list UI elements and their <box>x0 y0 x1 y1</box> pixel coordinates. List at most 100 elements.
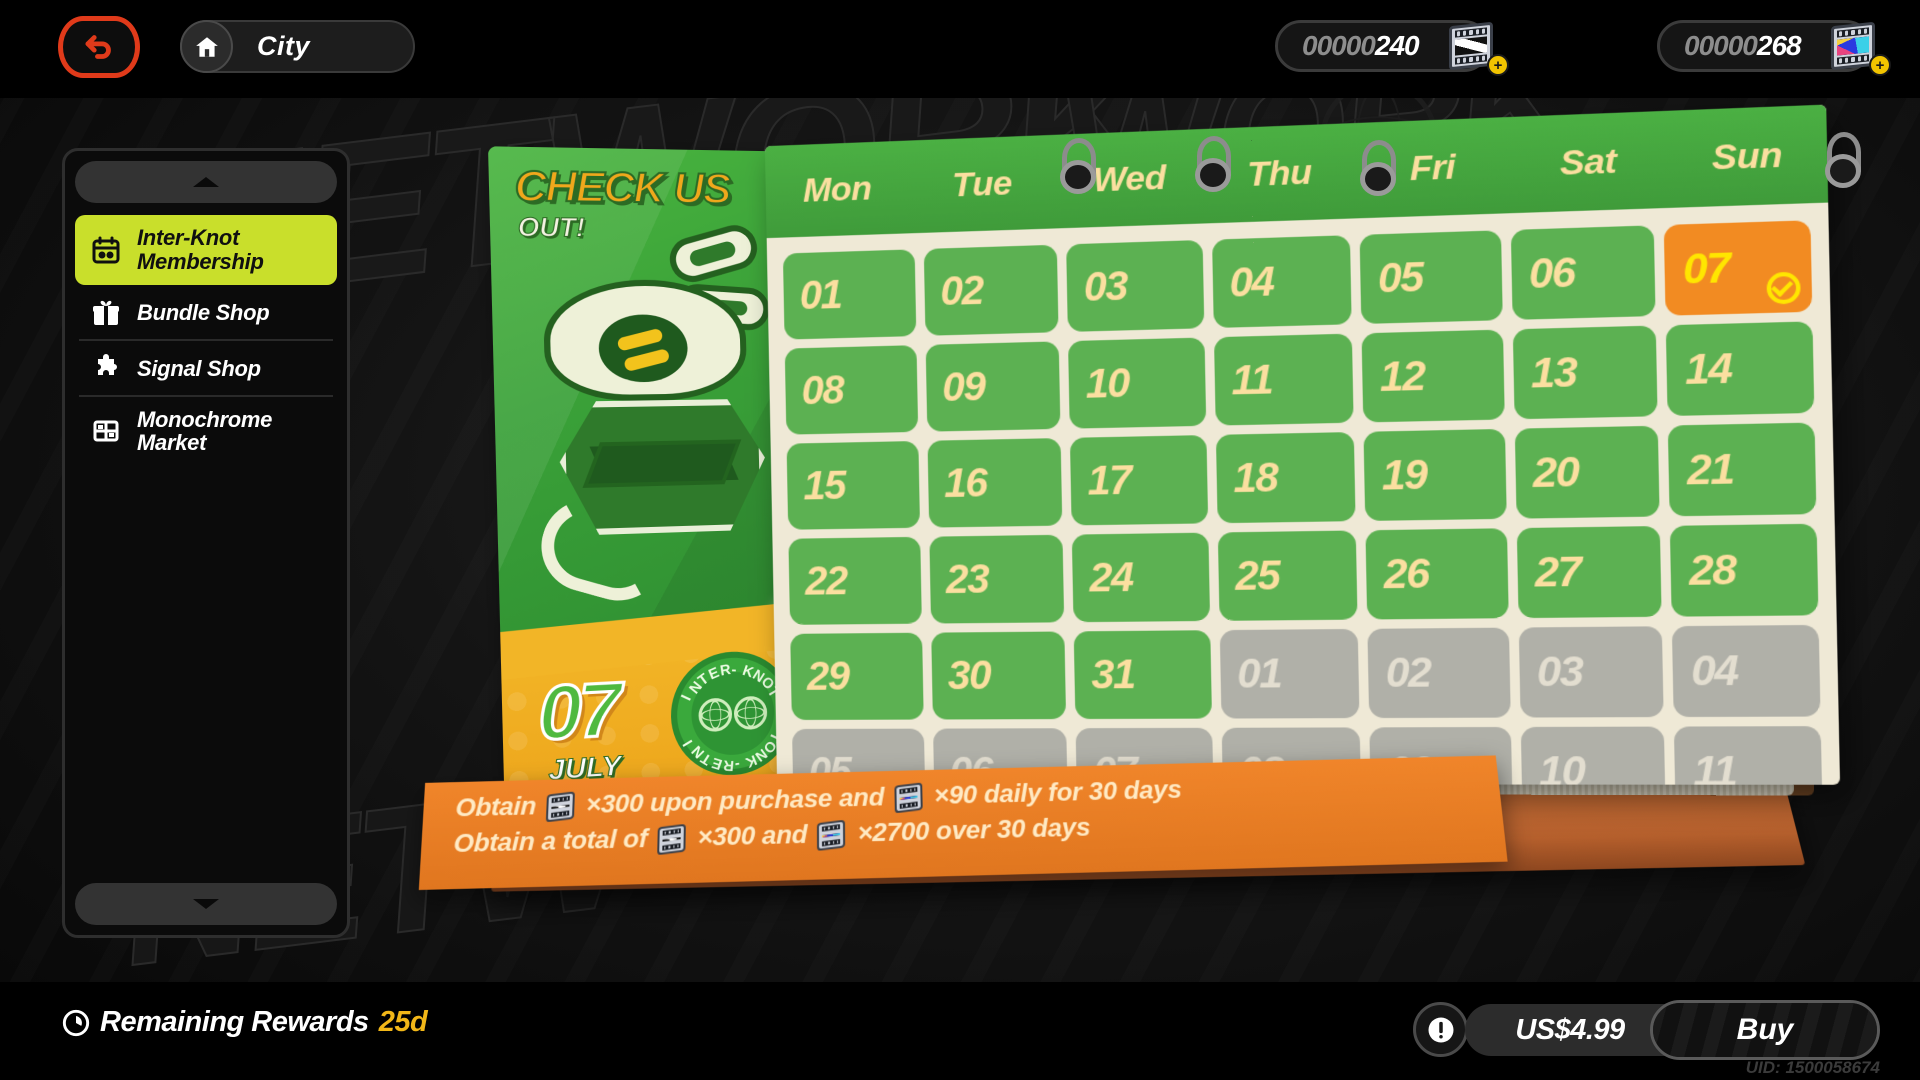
location-pill[interactable]: City <box>180 20 415 73</box>
calendar-day-cell[interactable]: 19 <box>1363 428 1507 521</box>
calendar-weekday-fri: Fri <box>1409 146 1456 188</box>
calendar-day-cell[interactable]: 24 <box>1071 532 1210 623</box>
sidebar-item-label: Signal Shop <box>137 355 261 381</box>
calendar-day-cell[interactable]: 02 <box>923 244 1059 336</box>
calendar-day-number: 29 <box>806 653 850 699</box>
calendar-day-cell: 04 <box>1672 624 1821 718</box>
calendar-day-cell[interactable]: 29 <box>790 632 924 720</box>
calendar-day-cell[interactable]: 22 <box>788 536 922 625</box>
calendar-day-number: 17 <box>1087 457 1131 504</box>
calendar-day-cell[interactable]: 05 <box>1359 230 1503 324</box>
promo-day: 07 <box>536 665 621 758</box>
calendar-day-cell[interactable]: 07 <box>1664 220 1813 316</box>
gift-icon <box>89 296 123 330</box>
calendar-day-number: 14 <box>1684 345 1732 393</box>
buy-button-label: Buy <box>1736 1013 1794 1046</box>
calendar-day-cell[interactable]: 27 <box>1516 525 1663 619</box>
calendar-day-cell[interactable]: 23 <box>928 534 1065 624</box>
monochrome-film-icon <box>543 791 578 823</box>
calendar-stand: CHECK US OUT! ✦ ✦ 07 JULY <box>418 104 1861 920</box>
calendar-day-number: 23 <box>945 556 989 602</box>
calendar-day-cell[interactable]: 25 <box>1217 530 1358 621</box>
calendar-day-number: 10 <box>1085 360 1130 407</box>
sidebar: Inter-Knot Membership Bundle Shop Signal… <box>62 148 350 938</box>
calendar-day-number: 25 <box>1234 552 1280 599</box>
calendar-day-cell[interactable]: 11 <box>1213 333 1354 426</box>
polychrome-film-icon: + <box>1827 18 1891 76</box>
add-polychrome-button[interactable]: + <box>1869 54 1891 76</box>
calendar-day-number: 04 <box>1690 647 1738 695</box>
calendar-day-number: 20 <box>1532 448 1579 496</box>
calendar-day-cell[interactable]: 20 <box>1514 425 1661 519</box>
calendar-day-cell[interactable]: 09 <box>925 341 1061 432</box>
calendar-day-cell[interactable]: 10 <box>1068 337 1206 429</box>
check-circle-icon <box>1766 271 1801 305</box>
calendar-day-cell[interactable]: 01 <box>782 249 916 340</box>
currency-polychrome[interactable]: 00000268 + <box>1657 20 1891 76</box>
calendar-day-cell[interactable]: 30 <box>930 631 1067 720</box>
calendar-day-cell[interactable]: 13 <box>1512 325 1659 420</box>
calendar-day-number: 26 <box>1383 550 1429 598</box>
chevron-down-icon <box>193 899 219 909</box>
info-button[interactable] <box>1413 1002 1468 1057</box>
currency-polychrome-pill[interactable]: 00000268 + <box>1657 20 1891 76</box>
promo-subtitle: OUT! <box>517 211 586 244</box>
calendar-day-number: 22 <box>804 558 848 604</box>
calendar-day-cell[interactable]: 15 <box>786 440 920 530</box>
sidebar-item-signal-shop[interactable]: Signal Shop <box>75 338 337 397</box>
calendar-day-cell[interactable]: 26 <box>1365 528 1509 620</box>
calendar-weekday-sat: Sat <box>1559 140 1617 183</box>
calendar-day-cell[interactable]: 03 <box>1066 239 1205 332</box>
sidebar-item-monochrome-market[interactable]: Monochrome Market <box>75 394 337 467</box>
calendar-day-cell[interactable]: 06 <box>1510 225 1657 320</box>
calendar-day-cell[interactable]: 21 <box>1668 422 1817 517</box>
calendar-day-number: 11 <box>1230 356 1273 404</box>
sidebar-item-label: Bundle Shop <box>137 299 270 325</box>
banner-text-1a: Obtain <box>454 790 537 822</box>
calendar-day-cell[interactable]: 18 <box>1215 431 1356 524</box>
calendar-weekday-mon: Mon <box>802 168 872 210</box>
add-monochrome-button[interactable]: + <box>1487 54 1509 76</box>
calendar-day-number: 04 <box>1229 258 1274 306</box>
back-button[interactable] <box>58 16 140 78</box>
chevron-up-icon <box>193 177 219 187</box>
calendar-day-cell[interactable]: 16 <box>927 438 1063 528</box>
currency-monochrome-zeros: 00000 <box>1302 30 1376 61</box>
sidebar-scroll-down-button[interactable] <box>75 883 337 925</box>
info-icon <box>1428 1017 1453 1042</box>
currency-polychrome-digits: 268 <box>1756 30 1802 61</box>
mascot-head <box>542 279 748 402</box>
calendar-grid: 01 02 03 04 05 06 07 08 09 10 11 12 13 14 15 16 17 18 19 20… <box>767 203 1840 785</box>
buy-button[interactable]: Buy <box>1650 1000 1880 1060</box>
promo-title: CHECK US <box>513 160 731 213</box>
banner-text-2b: ×300 and <box>697 818 808 852</box>
sidebar-scroll-up-button[interactable] <box>75 161 337 203</box>
currency-polychrome-zeros: 00000 <box>1684 30 1758 61</box>
currency-monochrome[interactable]: 00000240 + <box>1275 20 1509 76</box>
calendar-day-cell: 10 <box>1520 726 1667 785</box>
calendar-day-number: 31 <box>1090 651 1135 698</box>
currency-monochrome-pill[interactable]: 00000240 + <box>1275 20 1509 76</box>
home-icon <box>195 36 218 57</box>
calendar-page: Mon Tue Wed Thu Fri Sat Sun 01 02 03 04 05 06 07 08 09… <box>764 104 1841 785</box>
calendar-day-cell[interactable]: 28 <box>1670 523 1819 617</box>
sidebar-item-inter-knot-membership[interactable]: Inter-Knot Membership <box>75 215 337 285</box>
calendar-day-number: 30 <box>947 652 991 698</box>
home-button[interactable] <box>180 20 233 73</box>
calendar-day-cell[interactable]: 12 <box>1361 329 1505 423</box>
puzzle-icon <box>89 352 123 386</box>
calendar-day-number: 08 <box>801 367 844 413</box>
calendar-day-number: 01 <box>799 272 842 318</box>
sidebar-item-bundle-shop[interactable]: Bundle Shop <box>75 285 337 341</box>
calendar-day-cell[interactable]: 14 <box>1666 321 1815 417</box>
banner-text-1b: ×300 upon purchase and <box>585 781 885 819</box>
calendar-day-cell[interactable]: 31 <box>1073 630 1212 720</box>
calendar-day-cell[interactable]: 08 <box>784 345 918 435</box>
mascot-illustration: ✦ ✦ <box>512 220 806 648</box>
calendar-weekday-tue: Tue <box>951 163 1013 205</box>
calendar-day-cell[interactable]: 04 <box>1211 235 1352 328</box>
calendar-weekday-thu: Thu <box>1246 152 1313 194</box>
polychrome-film-icon <box>815 819 849 852</box>
calendar-day-cell[interactable]: 17 <box>1070 435 1208 526</box>
calendar-day-cell: 03 <box>1518 626 1665 718</box>
